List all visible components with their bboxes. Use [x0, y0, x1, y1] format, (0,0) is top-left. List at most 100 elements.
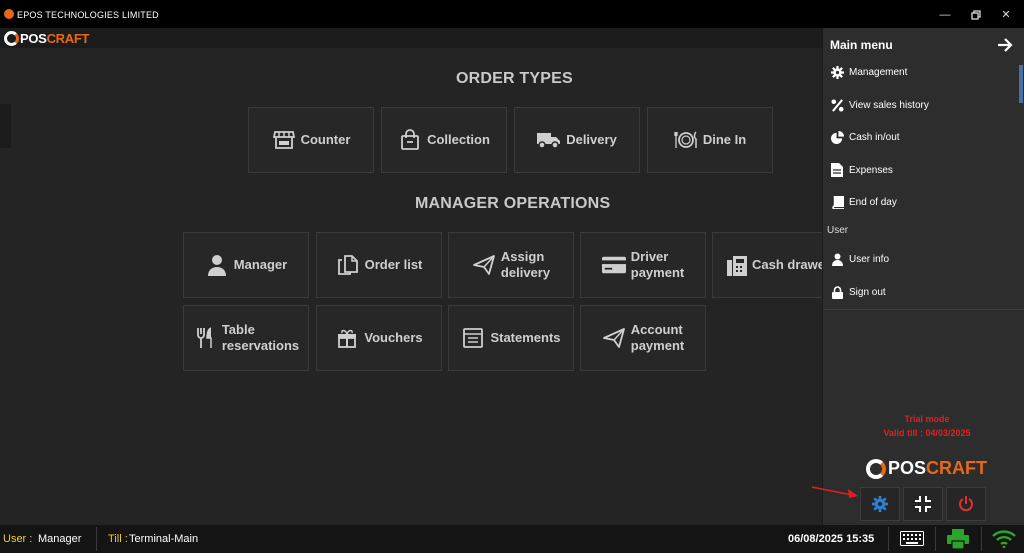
user-section-title: User [827, 225, 849, 236]
order-type-delivery[interactable]: Delivery [514, 107, 640, 173]
op-label: Account payment [631, 322, 684, 354]
logo-ring-icon [866, 458, 886, 479]
main-menu-title: Main menu [830, 38, 893, 52]
arrow-right-icon[interactable] [997, 37, 1013, 53]
manager-operations-title: MANAGER OPERATIONS [415, 195, 611, 212]
logo-text-pos: POS [888, 458, 927, 478]
minimize-icon[interactable]: — [937, 7, 953, 23]
percent-icon [830, 98, 844, 112]
op-label-line2: payment [630, 265, 685, 280]
order-type-counter[interactable]: Counter [248, 107, 374, 173]
trial-mode-label: Trial mode [904, 414, 950, 424]
order-type-label: Delivery [566, 132, 617, 147]
person-icon [205, 253, 229, 277]
divider [96, 527, 97, 551]
op-label: Cash drawer [752, 257, 831, 272]
settings-button[interactable] [860, 487, 900, 521]
menu-item-label: Sign out [849, 286, 886, 298]
user-label: User : [3, 533, 33, 545]
op-label: Table reservations [222, 322, 299, 354]
order-type-dine-in[interactable]: Dine In [647, 107, 773, 173]
op-label: Manager [233, 257, 288, 272]
op-statements[interactable]: Statements [448, 305, 574, 371]
user-value: Manager [38, 533, 82, 545]
divider [888, 527, 889, 551]
compress-icon [915, 496, 931, 512]
app-header [0, 28, 822, 48]
menu-item-end-of-day[interactable]: End of day [830, 192, 897, 212]
op-account-payment[interactable]: Account payment [580, 305, 706, 371]
menu-item-label: Management [849, 66, 908, 78]
document-icon [830, 163, 844, 177]
keyboard-icon[interactable] [900, 531, 924, 546]
op-label: Order list [364, 257, 423, 272]
logo-text-craft: CRAFT [46, 30, 90, 46]
card-icon [601, 253, 626, 277]
op-label-line1: Account [630, 322, 683, 337]
op-vouchers[interactable]: Vouchers [316, 305, 442, 371]
utensils-icon [193, 326, 217, 350]
divider [935, 527, 936, 551]
op-label-line1: Assign [500, 249, 545, 264]
order-type-collection[interactable]: Collection [381, 107, 507, 173]
op-table-reservations[interactable]: Table reservations [183, 305, 309, 371]
op-label-line2: payment [630, 338, 685, 353]
side-handle[interactable] [0, 104, 11, 148]
bag-icon [398, 128, 422, 152]
menu-item-label: End of day [849, 196, 897, 208]
window-title: EPOS TECHNOLOGIES LIMITED [17, 10, 159, 20]
op-label: Assign delivery [501, 249, 550, 281]
sidebar-scrollbar[interactable] [1019, 65, 1023, 103]
settings-gear-icon [872, 496, 888, 512]
op-cash-drawer[interactable]: Cash drawer [712, 232, 830, 298]
op-order-list[interactable]: Order list [316, 232, 442, 298]
op-driver-payment[interactable]: Driver payment [580, 232, 706, 298]
power-icon [959, 496, 973, 512]
main-menu-panel: Main menu Management View sales history … [822, 28, 1024, 525]
restore-icon[interactable] [968, 7, 984, 23]
menu-item-expenses[interactable]: Expenses [830, 160, 893, 180]
till-value: Terminal-Main [129, 533, 199, 545]
menu-item-cash-in-out[interactable]: Cash in/out [830, 127, 900, 147]
gear-icon [830, 65, 844, 79]
menu-item-sales-history[interactable]: View sales history [830, 95, 929, 115]
menu-item-sign-out[interactable]: Sign out [830, 282, 886, 302]
wifi-icon[interactable] [992, 530, 1016, 548]
menu-item-management[interactable]: Management [830, 62, 907, 82]
pie-chart-icon [830, 130, 844, 144]
fax-icon [727, 253, 747, 277]
datetime: 06/08/2025 15:35 [788, 533, 875, 545]
op-manager[interactable]: Manager [183, 232, 309, 298]
op-label: Driver payment [631, 249, 684, 281]
op-label-line1: Driver [630, 249, 669, 264]
trial-valid-till: Valid till : 04/03/2025 [883, 428, 971, 438]
window-titlebar: EPOS TECHNOLOGIES LIMITED — ✕ [0, 0, 1024, 28]
logo-text-craft: CRAFT [926, 458, 988, 478]
annotation-arrow-icon [812, 486, 858, 498]
till-label: Till : [108, 533, 128, 545]
printer-icon[interactable] [947, 529, 969, 549]
power-button[interactable] [946, 487, 986, 521]
logo-text-pos: POS [20, 30, 47, 46]
op-label-line1: Table [221, 322, 255, 337]
store-icon [272, 128, 296, 152]
status-bar: User : Manager Till : Terminal-Main 06/0… [0, 525, 1024, 553]
op-label-line2: delivery [500, 265, 551, 280]
truck-icon [537, 128, 561, 152]
lock-icon [830, 285, 844, 299]
logo-ring-icon [4, 30, 19, 46]
op-label: Statements [490, 330, 561, 345]
divider [981, 527, 982, 551]
order-types-title: ORDER TYPES [456, 70, 573, 87]
app-logo-icon [4, 9, 14, 19]
menu-item-user-info[interactable]: User info [830, 249, 889, 269]
statement-icon [461, 326, 485, 350]
close-icon[interactable]: ✕ [998, 7, 1014, 23]
copy-icon [336, 253, 360, 277]
send-icon [602, 326, 626, 350]
book-icon [830, 195, 844, 209]
compress-button[interactable] [903, 487, 943, 521]
op-assign-delivery[interactable]: Assign delivery [448, 232, 574, 298]
menu-item-label: Expenses [849, 164, 893, 176]
menu-item-label: User info [849, 253, 890, 265]
